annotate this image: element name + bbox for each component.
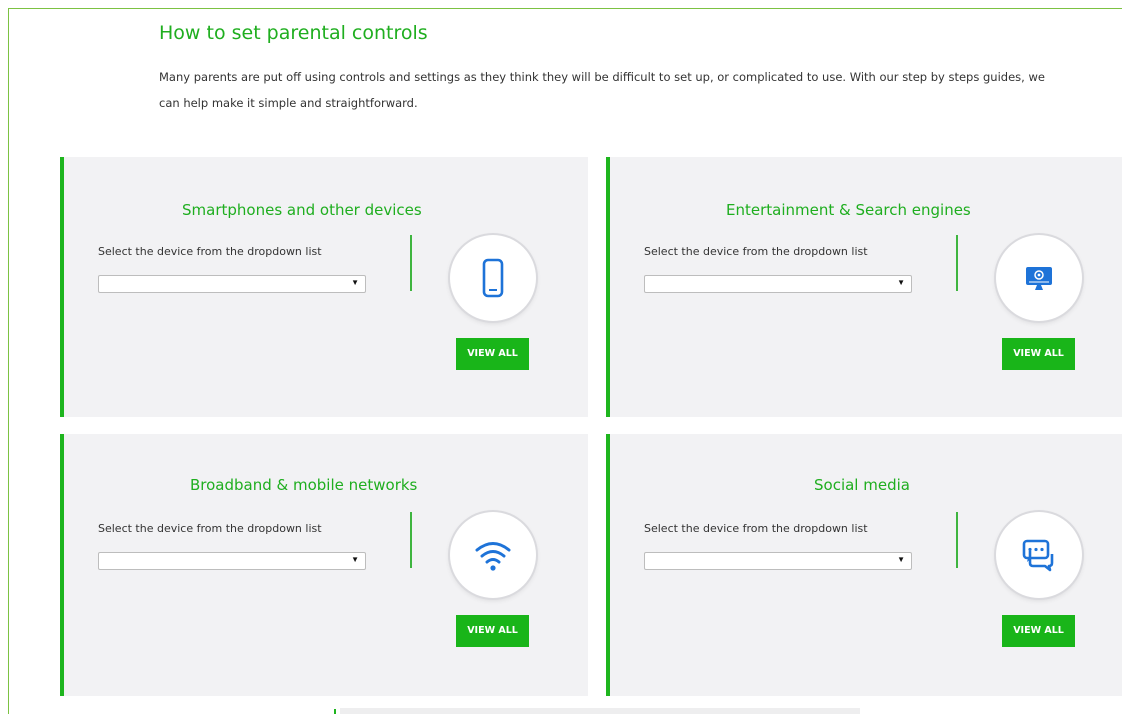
card-social-media: Social media Select the device from the … <box>606 434 1122 696</box>
card-entertainment: Entertainment & Search engines Select th… <box>606 157 1122 417</box>
card-title: Entertainment & Search engines <box>726 201 971 219</box>
device-select[interactable]: ▼ <box>644 275 912 293</box>
intro-paragraph: Many parents are put off using controls … <box>159 70 1045 110</box>
chat-bubbles-icon <box>1022 539 1054 572</box>
divider <box>956 512 958 568</box>
view-all-button[interactable]: VIEW ALL <box>1002 338 1075 370</box>
card-title: Smartphones and other devices <box>182 201 422 219</box>
select-label: Select the device from the dropdown list <box>644 245 868 258</box>
select-label: Select the device from the dropdown list <box>98 522 322 535</box>
icon-circle <box>996 512 1082 598</box>
icon-circle <box>450 512 536 598</box>
dropdown-arrow-icon: ▼ <box>351 555 359 564</box>
select-label: Select the device from the dropdown list <box>98 245 322 258</box>
card-smartphones: Smartphones and other devices Select the… <box>60 157 588 417</box>
device-select[interactable]: ▼ <box>98 275 366 293</box>
page-title: How to set parental controls <box>159 22 428 44</box>
view-all-button[interactable]: VIEW ALL <box>456 615 529 647</box>
divider <box>410 512 412 568</box>
icon-circle <box>996 235 1082 321</box>
smartphone-icon <box>482 258 504 298</box>
next-section-accent <box>334 709 336 714</box>
dropdown-arrow-icon: ▼ <box>897 278 905 287</box>
device-select[interactable]: ▼ <box>644 552 912 570</box>
dropdown-arrow-icon: ▼ <box>897 555 905 564</box>
dropdown-arrow-icon: ▼ <box>351 278 359 287</box>
next-section-strip <box>340 708 860 714</box>
icon-circle <box>450 235 536 321</box>
wifi-icon <box>475 542 511 571</box>
monitor-icon <box>1026 267 1052 290</box>
card-title: Broadband & mobile networks <box>190 476 418 494</box>
divider <box>956 235 958 291</box>
divider <box>410 235 412 291</box>
view-all-button[interactable]: VIEW ALL <box>456 338 529 370</box>
view-all-button[interactable]: VIEW ALL <box>1002 615 1075 647</box>
select-label: Select the device from the dropdown list <box>644 522 868 535</box>
device-select[interactable]: ▼ <box>98 552 366 570</box>
card-broadband: Broadband & mobile networks Select the d… <box>60 434 588 696</box>
card-title: Social media <box>814 476 910 494</box>
